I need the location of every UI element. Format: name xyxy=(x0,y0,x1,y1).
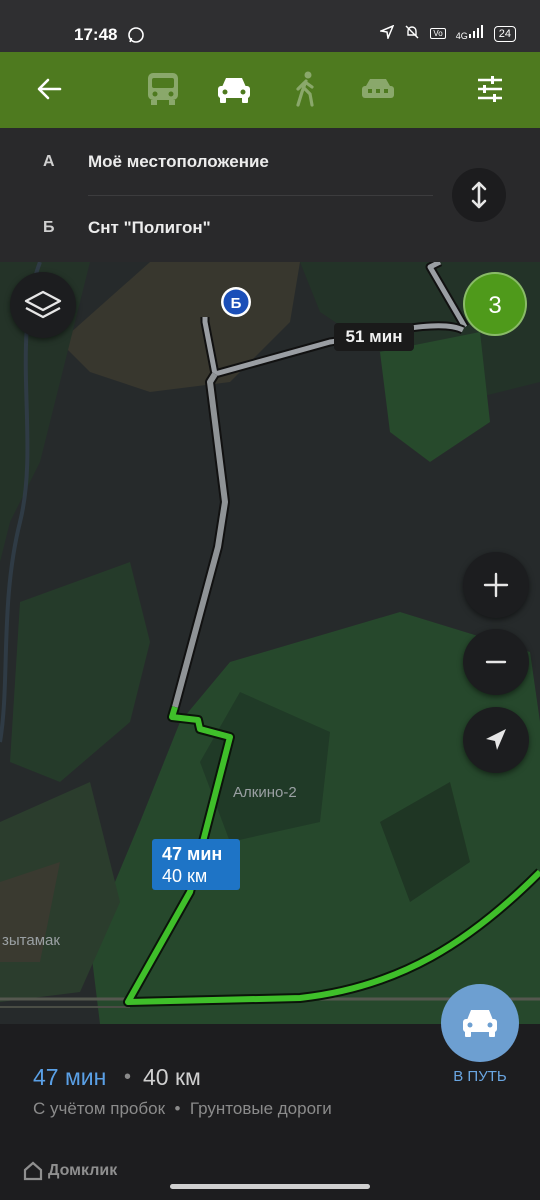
signal-icon: 4G xyxy=(456,25,484,42)
route-distance: 40 км xyxy=(143,1064,201,1090)
layers-icon xyxy=(24,290,62,319)
point-a-field[interactable]: Моё местоположение xyxy=(88,152,269,172)
status-time: 17:48 xyxy=(74,25,118,44)
destination-marker-label: Б xyxy=(231,295,242,312)
navigation-arrow-icon xyxy=(486,729,506,750)
place-label-partial: зытамак xyxy=(2,932,60,949)
minus-icon xyxy=(485,660,507,664)
battery-indicator: 24 xyxy=(493,25,516,42)
start-route-label[interactable]: В ПУТЬ xyxy=(445,1068,515,1085)
mute-icon xyxy=(404,24,420,43)
status-icons: Vo 4G 24 xyxy=(378,24,516,43)
status-bar: 17:48 Vo 4G 24 xyxy=(0,0,540,52)
home-indicator[interactable] xyxy=(170,1184,370,1189)
arrow-left-icon[interactable] xyxy=(36,76,62,107)
point-a-letter: А xyxy=(43,153,55,170)
top-toolbar xyxy=(0,52,540,128)
map-view[interactable]: Б Алкино-2 зытамак 51 мин 47 мин 40 км 3 xyxy=(0,262,540,1024)
route-time: 47 мин xyxy=(33,1064,107,1090)
bus-icon[interactable] xyxy=(146,70,180,113)
alt-route-label[interactable]: 51 мин xyxy=(334,323,414,351)
zoom-out-button[interactable] xyxy=(463,629,529,695)
car-icon[interactable] xyxy=(216,74,252,111)
whatsapp-icon xyxy=(127,26,145,49)
place-label-alkino: Алкино-2 xyxy=(233,784,297,801)
route-separator: • xyxy=(124,1066,132,1088)
cluster-marker[interactable]: 3 xyxy=(463,272,527,336)
point-b-field[interactable]: Снт "Полигон" xyxy=(88,218,211,238)
point-b-letter: Б xyxy=(43,219,55,236)
location-icon xyxy=(378,24,395,42)
my-location-button[interactable] xyxy=(463,707,529,773)
swap-points-button[interactable] xyxy=(452,168,506,222)
taxi-icon[interactable] xyxy=(360,76,396,109)
house-icon xyxy=(23,1161,43,1181)
watermark-text: Домклик xyxy=(48,1162,118,1179)
swap-vertical-icon xyxy=(471,181,487,209)
volte-icon: Vo xyxy=(430,28,446,39)
sliders-icon[interactable] xyxy=(476,74,504,109)
walk-icon[interactable] xyxy=(292,70,320,113)
plus-icon xyxy=(483,572,509,598)
watermark: Домклик xyxy=(22,1160,117,1182)
divider xyxy=(88,195,433,196)
route-callout[interactable]: 47 мин 40 км xyxy=(152,839,240,890)
car-icon xyxy=(463,1010,497,1037)
layers-button[interactable] xyxy=(10,272,76,338)
start-route-button[interactable] xyxy=(441,984,519,1062)
route-callout-time: 47 мин xyxy=(162,844,223,864)
route-points-panel: А Моё местоположение Б Снт "Полигон" xyxy=(0,128,540,262)
route-notes: С учётом пробок • Грунтовые дороги xyxy=(33,1099,332,1118)
zoom-in-button[interactable] xyxy=(463,552,529,618)
route-summary-sheet: 47 мин • 40 км С учётом пробок • Грунтов… xyxy=(0,984,540,1200)
route-callout-distance: 40 км xyxy=(162,866,208,886)
map-canvas: Б Алкино-2 зытамак xyxy=(0,262,540,1024)
